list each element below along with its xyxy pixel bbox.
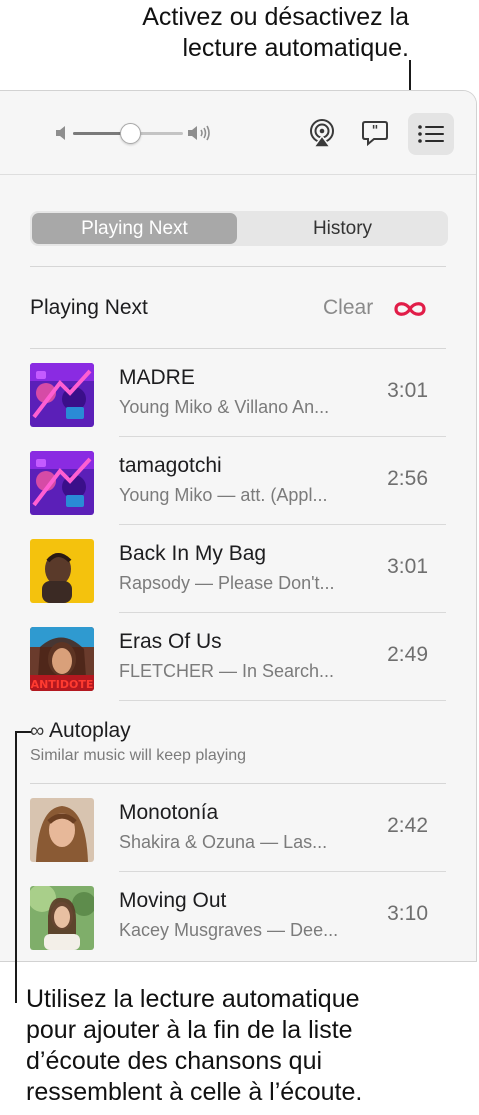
autoplay-title: Autoplay [48, 719, 131, 742]
infinity-icon[interactable] [392, 298, 428, 320]
tab-history[interactable]: History [239, 213, 446, 244]
song-duration: 3:10 [387, 902, 428, 925]
song-title: MADRE [119, 366, 195, 389]
list-item[interactable]: ANTIDOTE Eras Of Us FLETCHER — In Search… [0, 613, 476, 701]
usage-callout-line-3: d’écoute des chansons qui [26, 1047, 323, 1075]
svg-text:": " [372, 124, 379, 139]
row-divider [119, 700, 446, 701]
song-subtitle: Kacey Musgraves — Dee... [119, 920, 339, 940]
volume-high-icon [188, 125, 210, 141]
autoplay-usage-callout: Utilisez la lecture automatique pour ajo… [26, 984, 476, 1108]
song-title: Moving Out [119, 889, 227, 912]
album-art [30, 798, 94, 862]
volume-knob[interactable] [120, 123, 142, 144]
divider [30, 266, 446, 267]
clear-button[interactable]: Clear [323, 296, 373, 320]
infinity-icon: ∞ [30, 720, 45, 742]
autoplay-callout-line-2: lecture automatique. [182, 34, 409, 62]
song-subtitle: Young Miko & Villano An... [119, 397, 330, 417]
autoplay-subtitle: Similar music will keep playing [30, 747, 247, 764]
list-item[interactable]: Moving Out Kacey Musgraves — Dee... 3:10 [0, 872, 476, 960]
song-duration: 2:56 [387, 467, 428, 490]
song-duration: 3:01 [387, 555, 428, 578]
album-art: ANTIDOTE [30, 627, 94, 691]
song-subtitle: Young Miko — att. (Appl... [119, 485, 328, 505]
song-duration: 3:01 [387, 379, 428, 402]
playing-next-queue-button[interactable] [408, 113, 454, 155]
song-subtitle: Rapsody — Please Don't... [119, 573, 335, 593]
playing-next-panel: " Playing Next History Playing Next Clea… [0, 90, 477, 962]
bottom-leader-line [15, 731, 17, 1003]
album-art [30, 539, 94, 603]
list-item[interactable]: Monotonía Shakira & Ozuna — Las... 2:42 [0, 784, 476, 872]
lyrics-icon: " [362, 121, 388, 147]
queue-list-icon [418, 125, 444, 143]
toolbar: " [0, 91, 476, 175]
lyrics-button[interactable]: " [355, 113, 395, 153]
usage-callout-line-1: Utilisez la lecture automatique [26, 985, 360, 1013]
album-art [30, 451, 94, 515]
volume-slider[interactable] [55, 119, 215, 149]
usage-callout-line-2: pour ajouter à la fin de la liste [26, 1016, 353, 1044]
airplay-button[interactable] [302, 113, 342, 153]
song-title: tamagotchi [119, 454, 222, 477]
song-title: Eras Of Us [119, 630, 222, 653]
list-item[interactable]: MADRE Young Miko & Villano An... 3:01 [0, 349, 476, 437]
bottom-leader-tick [15, 731, 31, 733]
autoplay-callout: Activez ou désactivez la lecture automat… [0, 2, 409, 64]
playing-next-heading: Playing Next [30, 296, 148, 319]
song-title: Monotonía [119, 801, 219, 824]
list-item[interactable]: Back In My Bag Rapsody — Please Don't...… [0, 525, 476, 613]
autoplay-callout-line-1: Activez ou désactivez la [142, 3, 409, 31]
airplay-icon [310, 119, 334, 148]
song-title: Back In My Bag [119, 542, 267, 565]
usage-callout-line-4: ressemblent à celle à l’écoute. [26, 1078, 363, 1106]
song-duration: 2:42 [387, 814, 428, 837]
song-duration: 2:49 [387, 643, 428, 666]
queue-segmented-control: Playing Next History [30, 211, 448, 246]
tab-playing-next[interactable]: Playing Next [32, 213, 237, 244]
list-item[interactable]: tamagotchi Young Miko — att. (Appl... 2:… [0, 437, 476, 525]
album-art [30, 886, 94, 950]
album-art [30, 363, 94, 427]
song-subtitle: FLETCHER — In Search... [119, 661, 335, 681]
album-art-label: ANTIDOTE [31, 678, 94, 691]
song-subtitle: Shakira & Ozuna — Las... [119, 832, 328, 852]
volume-low-icon [56, 126, 65, 140]
autoplay-heading: ∞ Autoplay [30, 719, 131, 743]
